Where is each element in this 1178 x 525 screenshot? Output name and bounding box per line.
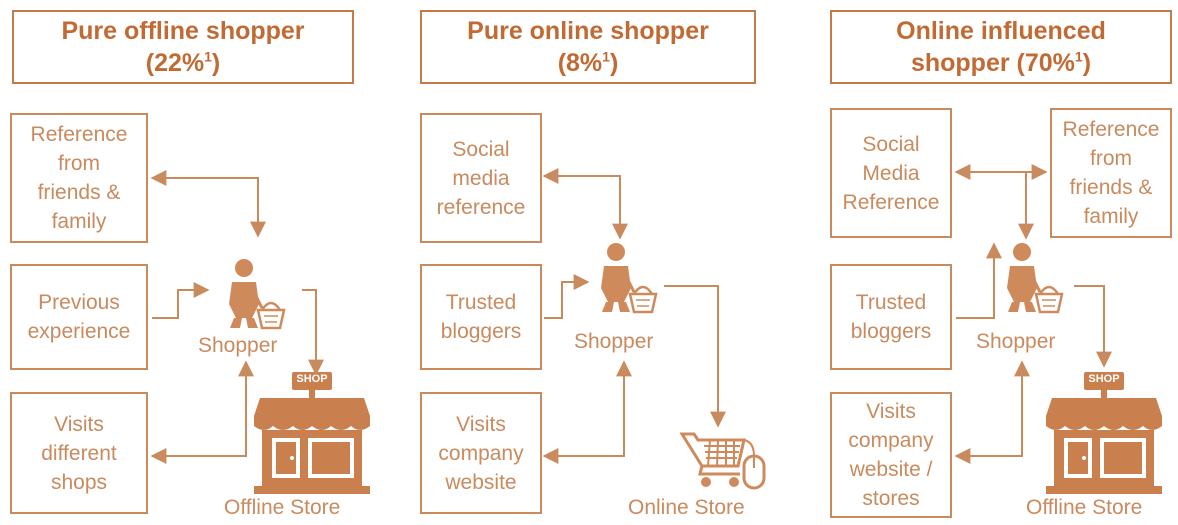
- panel-pure-offline: Pure offline shopper (22%1) Reference fr…: [0, 0, 392, 525]
- arrow-shopper-to-online-store: [664, 285, 726, 428]
- panel-pure-online: Pure online shopper (8%1) Social media r…: [392, 0, 784, 525]
- arrow-website-to-shopper: [954, 360, 1030, 464]
- arrow-reference-to-shopper: [150, 170, 266, 238]
- arrow-shopper-to-store: [1074, 285, 1112, 368]
- arrow-website-to-shopper: [542, 360, 632, 464]
- panel-online-influenced: Online influenced shopper (70%1) Social …: [784, 0, 1178, 525]
- connectors: [542, 168, 726, 464]
- arrow-bloggers-to-shopper: [544, 274, 590, 319]
- arrow-social-to-shopper: [542, 168, 628, 240]
- arrow-shops-to-shopper: [150, 360, 254, 464]
- arrow-experience-to-shopper: [152, 282, 210, 319]
- arrow-bloggers-to-shopper: [956, 242, 1002, 319]
- arrow-shopper-to-store: [302, 289, 324, 376]
- connectors: [954, 164, 1112, 464]
- connectors: [150, 170, 324, 464]
